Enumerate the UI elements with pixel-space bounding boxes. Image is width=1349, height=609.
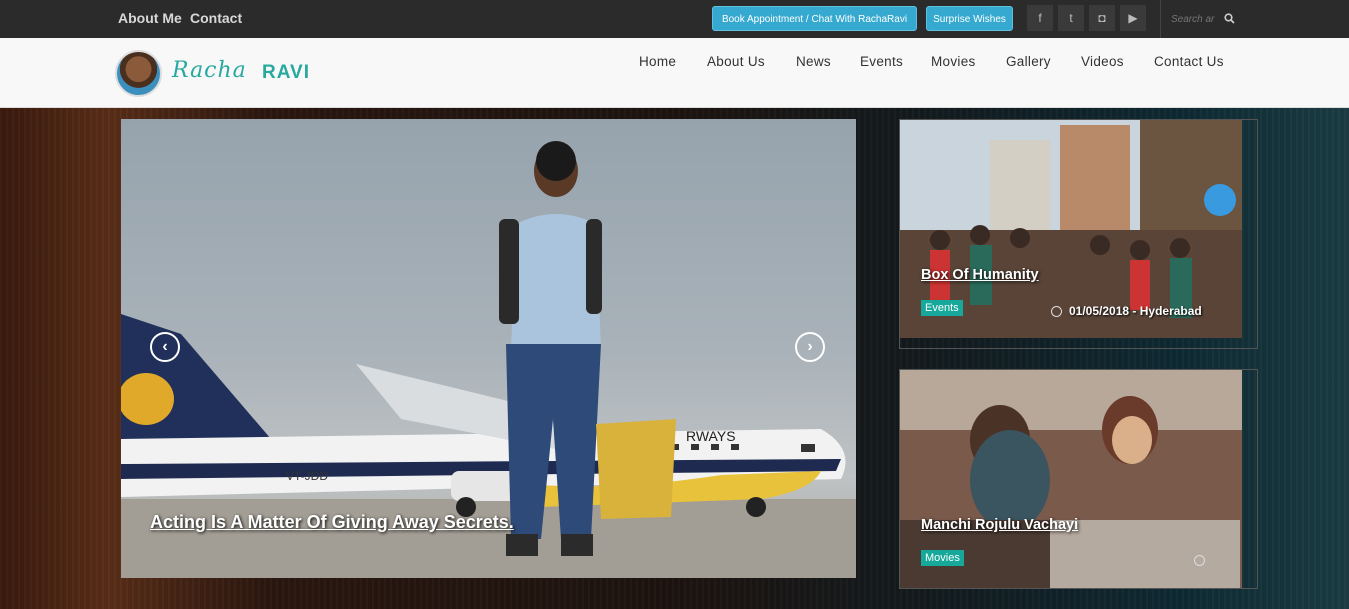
slider-next-button[interactable]: › (795, 332, 825, 362)
search-input[interactable] (1171, 11, 1227, 27)
event-card-title[interactable]: Box Of Humanity (921, 267, 1039, 283)
nav-movies[interactable]: Movies (931, 54, 976, 69)
clock-icon (1051, 306, 1062, 317)
avatar[interactable] (115, 50, 162, 97)
main-header: Racha RAVI Home About Us News Events Mov… (0, 38, 1349, 108)
event-category-badge[interactable]: Events (921, 300, 963, 316)
movie-card-title[interactable]: Manchi Rojulu Vachayi (921, 517, 1078, 533)
search-box (1160, 0, 1349, 38)
slide-caption[interactable]: Acting Is A Matter Of Giving Away Secret… (150, 512, 514, 533)
nav-gallery[interactable]: Gallery (1006, 54, 1051, 69)
surprise-wishes-button[interactable]: Surprise Wishes (926, 6, 1013, 31)
clock-icon (1194, 555, 1205, 566)
twitter-icon[interactable]: t (1058, 5, 1084, 31)
nav-events[interactable]: Events (860, 54, 903, 69)
nav-contact-us[interactable]: Contact Us (1154, 54, 1224, 69)
event-card-meta: 01/05/2018 - Hyderabad (1069, 304, 1202, 318)
about-me-link[interactable]: About Me (118, 10, 182, 26)
hero-slider[interactable]: VT-JDD RWAYS ‹ › Acting Is A Matter Of G… (121, 119, 856, 578)
contact-link[interactable]: Contact (190, 10, 242, 26)
slider-prev-button[interactable]: ‹ (150, 332, 180, 362)
movie-card[interactable]: Manchi Rojulu Vachayi Movies (899, 369, 1258, 589)
instagram-icon[interactable]: ◘ (1089, 5, 1115, 31)
logo-bold-text[interactable]: RAVI (262, 62, 310, 84)
nav-news[interactable]: News (796, 54, 831, 69)
nav-videos[interactable]: Videos (1081, 54, 1124, 69)
nav-about-us[interactable]: About Us (707, 54, 765, 69)
top-bar: About Me Contact Book Appointment / Chat… (0, 0, 1349, 38)
nav-home[interactable]: Home (639, 54, 676, 69)
book-appointment-button[interactable]: Book Appointment / Chat With RachaRavi (712, 6, 917, 31)
movie-category-badge[interactable]: Movies (921, 550, 964, 566)
plane-text: RWAYS (686, 428, 736, 444)
event-card[interactable]: Box Of Humanity Events 01/05/2018 - Hyde… (899, 119, 1258, 349)
logo-script-text[interactable]: Racha (172, 58, 247, 83)
youtube-icon[interactable]: ▶ (1120, 5, 1146, 31)
facebook-icon[interactable]: f (1027, 5, 1053, 31)
slide-image: VT-JDD RWAYS (121, 141, 856, 578)
plane-registration: VT-JDD (286, 469, 328, 483)
search-icon[interactable] (1224, 13, 1235, 24)
